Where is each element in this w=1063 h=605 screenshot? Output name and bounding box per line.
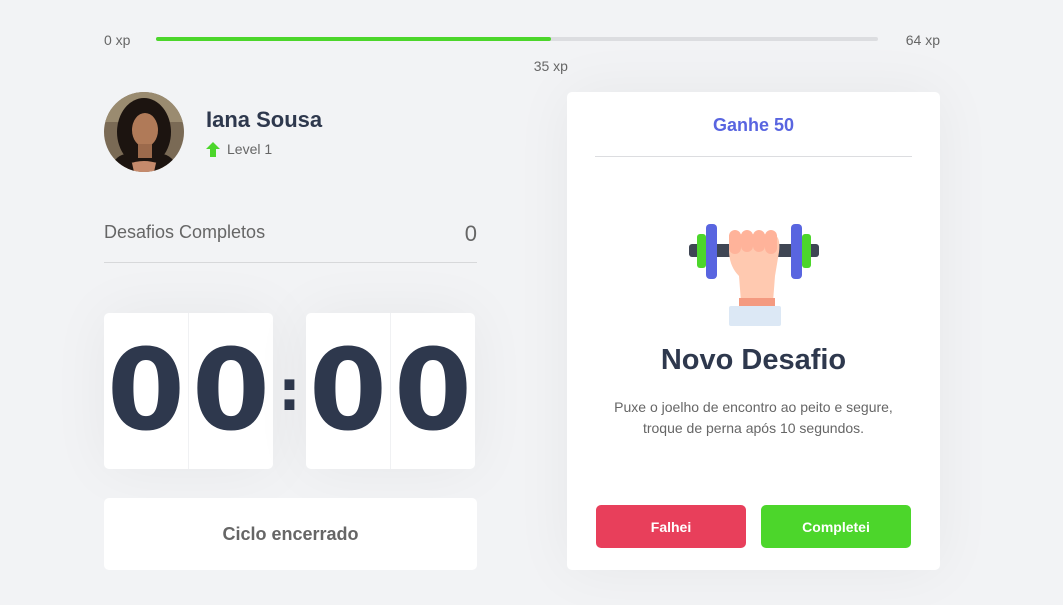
xp-max-label: 64 xp [905,32,940,48]
second-digit-1: 0 [309,326,387,456]
countdown: 0 0 : 0 0 [104,313,477,469]
xp-current-label: 35 xp [533,58,568,74]
minute-digit-2: 0 [188,313,273,469]
seconds-box: 0 0 [306,313,475,469]
completed-challenges: Desafios Completos 0 [104,221,477,263]
challenge-reward: Ganhe 50 [595,92,912,157]
completed-button[interactable]: Completei [761,505,911,548]
challenge-actions: Falhei Completei [596,505,911,548]
avatar [104,92,184,172]
xp-min-label: 0 xp [104,32,131,48]
level-up-arrow-icon [206,141,220,157]
countdown-separator: : [278,358,301,424]
failed-button[interactable]: Falhei [596,505,746,548]
dumbbell-icon [689,222,819,326]
challenge-card: Ganhe 50 Novo Desafio Puxe o joelho de e… [567,92,940,570]
second-digit-2: 0 [390,313,475,469]
xp-fill [156,37,551,41]
minute-digit-1: 0 [107,326,185,456]
level-label: Level 1 [227,141,273,157]
xp-track: 35 xp [156,37,878,74]
profile-name: Iana Sousa [206,107,323,132]
completed-challenges-label: Desafios Completos [104,222,266,242]
cycle-ended-button[interactable]: Ciclo encerrado [104,498,477,570]
completed-challenges-count: 0 [464,221,477,246]
level: Level 1 [206,141,322,157]
profile: Iana Sousa Level 1 [104,92,322,172]
challenge-title: Novo Desafio [660,344,847,376]
minutes-box: 0 0 [104,313,273,469]
experience-bar: 0 xp 35 xp 64 xp [104,28,940,74]
challenge-description: Puxe o joelho de encontro ao peito e seg… [614,399,893,436]
